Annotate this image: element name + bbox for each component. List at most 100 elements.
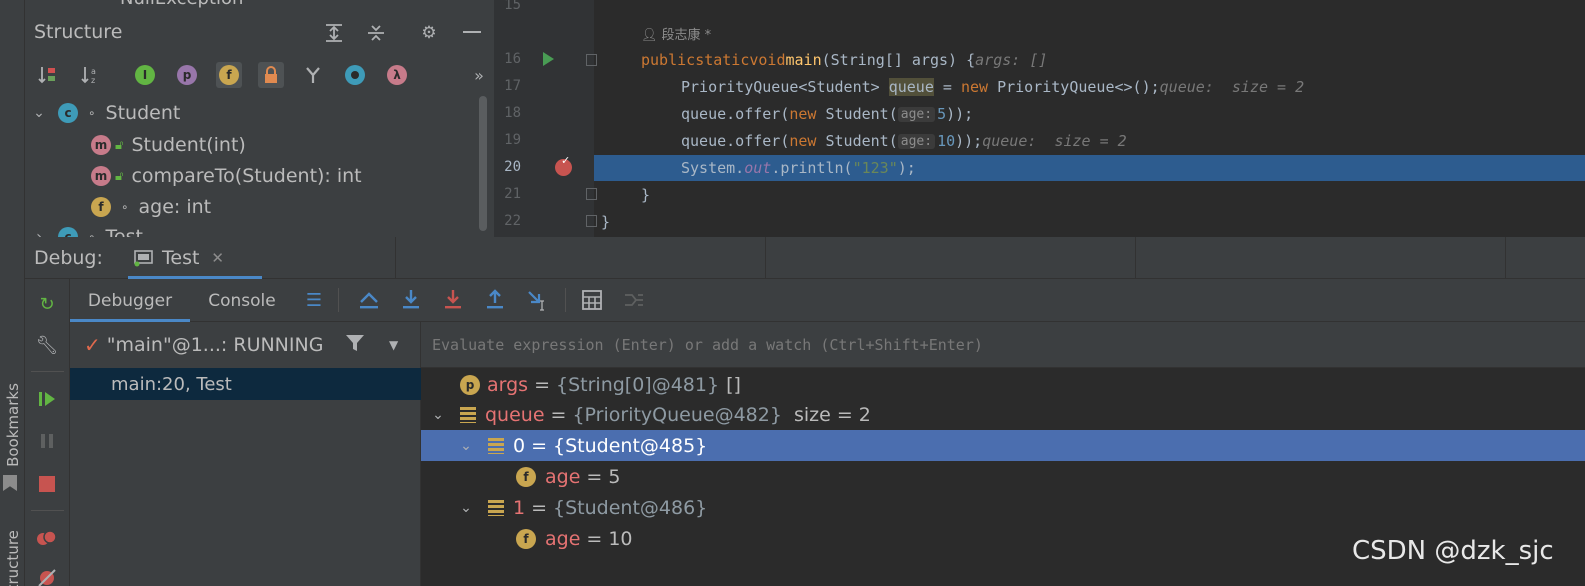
show-anonymous-icon[interactable] <box>342 62 368 88</box>
session-tab-label: Test <box>162 247 200 269</box>
code-line-20[interactable]: System. out .println("123"); <box>681 155 916 181</box>
wrench-icon[interactable]: 🔧︎ <box>35 333 59 357</box>
stack-frame-item[interactable]: main:20, Test <box>70 368 421 400</box>
filter-icon[interactable] <box>345 333 365 358</box>
step-out-icon[interactable] <box>483 288 507 312</box>
chevron-down-icon[interactable]: ⌄ <box>459 500 473 516</box>
run-to-cursor-icon[interactable] <box>526 288 550 312</box>
line-number: 21 <box>504 186 521 202</box>
hamburger-icon[interactable]: ☰ <box>302 288 326 312</box>
mute-breakpoints-icon[interactable] <box>35 564 59 586</box>
pause-icon[interactable] <box>35 429 59 453</box>
code-token: new <box>789 132 817 150</box>
variable-type: {String[0]@481} <box>556 373 720 396</box>
more-icon[interactable]: » <box>466 62 492 88</box>
tree-item-compareto[interactable]: m 🔓︎ compareTo(Student): int <box>91 161 362 191</box>
chevron-down-icon[interactable]: ⌄ <box>431 407 445 423</box>
collapse-all-icon[interactable] <box>365 22 387 44</box>
field-icon: f <box>516 528 536 549</box>
show-execution-point-icon[interactable] <box>357 288 381 312</box>
code-author-hint[interactable]: 👤︎ 段志康 * <box>641 24 711 43</box>
code-token: )); <box>946 105 974 123</box>
step-into-icon[interactable] <box>441 288 465 312</box>
package-visibility-icon: ∘ <box>88 106 96 120</box>
rerun-icon[interactable]: ↻ <box>35 292 59 316</box>
tree-item-constructor[interactable]: m 🔓︎ Student(int) <box>91 130 246 160</box>
tree-item-nullexception[interactable]: NullException <box>120 0 243 9</box>
tree-item-label: Test <box>105 226 143 237</box>
variable-row[interactable]: p args = {String[0]@481} [] <box>421 369 1585 400</box>
fold-icon[interactable] <box>586 188 597 200</box>
tab-console[interactable]: Console <box>194 279 290 322</box>
tab-debugger[interactable]: Debugger <box>70 279 190 322</box>
show-lambdas-icon[interactable]: λ <box>384 62 410 88</box>
variable-row[interactable]: ⌄ queue = {PriorityQueue@482} size = 2 <box>421 399 1585 430</box>
chevron-down-icon[interactable]: ▼ <box>389 338 398 352</box>
trace-stream-icon[interactable] <box>622 288 646 312</box>
show-fields-icon[interactable]: f <box>216 62 242 88</box>
show-properties-icon[interactable]: p <box>174 62 200 88</box>
variable-type: {Student@486} <box>553 496 708 519</box>
equals-sign: = <box>531 496 548 519</box>
code-line-16[interactable]: public static void main (String[] args) {… <box>641 47 1047 73</box>
code-token: System. <box>681 159 745 177</box>
tree-item-student-class[interactable]: ⌄ c ∘ Student <box>32 98 180 128</box>
divider <box>395 237 396 279</box>
thread-selector[interactable]: ✓ "main"@1...: RUNNING ▼ <box>70 330 421 360</box>
resume-icon[interactable] <box>35 387 59 411</box>
code-line-21[interactable]: } <box>641 182 650 208</box>
fold-icon[interactable] <box>586 54 597 66</box>
line-number: 18 <box>504 105 521 121</box>
sort-by-visibility-icon[interactable] <box>35 62 61 88</box>
inline-debug-value: args: [] <box>975 51 1048 69</box>
chevron-down-icon[interactable]: ⌄ <box>32 105 46 121</box>
debug-title: Debug: <box>34 247 103 269</box>
tree-item-test-class[interactable]: › c ∘ Test <box>32 222 143 237</box>
code-line-18[interactable]: queue.offer(new Student(age: 5)); <box>681 101 973 127</box>
close-icon[interactable]: ✕ <box>211 249 224 267</box>
chevron-down-icon[interactable]: ⌄ <box>459 438 473 454</box>
structure-header: Structure ⚙ <box>25 14 494 50</box>
step-over-icon[interactable] <box>399 288 423 312</box>
run-icon[interactable] <box>543 52 554 66</box>
code-token: public <box>641 51 696 69</box>
chevron-right-icon[interactable]: › <box>32 229 46 237</box>
code-line-19[interactable]: queue.offer(new Student(age: 10)); queue:… <box>681 128 1127 154</box>
variable-type: {Student@485} <box>553 434 708 457</box>
variable-row[interactable]: ⌄ 1 = {Student@486} <box>421 492 1585 523</box>
fold-icon[interactable] <box>586 215 597 227</box>
stop-icon[interactable] <box>35 472 59 496</box>
scrollbar-thumb[interactable] <box>479 96 487 231</box>
variable-row[interactable]: f age = 5 <box>421 461 1585 492</box>
code-line-17[interactable]: PriorityQueue<Student> queue = new Prior… <box>681 74 1304 100</box>
gear-icon[interactable]: ⚙ <box>418 22 440 44</box>
evaluate-expression-field[interactable]: Evaluate expression (Enter) or add a wat… <box>421 322 1585 368</box>
divider <box>338 288 339 312</box>
view-breakpoints-icon[interactable] <box>35 526 59 550</box>
debug-session-tab[interactable]: Test ✕ <box>128 237 262 279</box>
package-visibility-icon: ∘ <box>121 200 129 214</box>
object-icon <box>460 406 476 423</box>
line-number: 15 <box>504 0 521 13</box>
minimize-icon[interactable] <box>461 22 483 44</box>
svg-text:z: z <box>91 76 95 85</box>
code-token: = <box>933 78 961 96</box>
structure-tool-button[interactable]: Structure <box>0 520 25 586</box>
equals-sign: = <box>534 373 551 396</box>
line-number: 16 <box>504 51 521 67</box>
tree-item-label: compareTo(Student): int <box>131 165 362 187</box>
bookmarks-tool-button[interactable]: Bookmarks <box>0 380 25 470</box>
show-non-public-icon[interactable] <box>258 62 284 88</box>
sort-alphabetically-icon[interactable]: az <box>78 62 104 88</box>
bookmarks-label: Bookmarks <box>3 383 22 467</box>
show-hierarchy-icon[interactable] <box>300 62 326 88</box>
tree-item-age-field[interactable]: f ∘ age: int <box>91 192 211 222</box>
variable-row-selected[interactable]: ⌄ 0 = {Student@485} <box>421 430 1585 461</box>
evaluate-expression-icon[interactable] <box>580 288 604 312</box>
debug-side-toolbar: ↻ 🔧︎ <box>25 279 70 586</box>
expand-all-icon[interactable] <box>323 22 345 44</box>
code-line-22[interactable]: } <box>601 209 610 235</box>
variable-name: age <box>545 465 581 488</box>
code-editor[interactable]: 15 16 17 18 19 20 21 22 ✓ 👤︎ 段志康 * public… <box>494 0 1585 237</box>
show-inherited-icon[interactable]: I <box>132 62 158 88</box>
